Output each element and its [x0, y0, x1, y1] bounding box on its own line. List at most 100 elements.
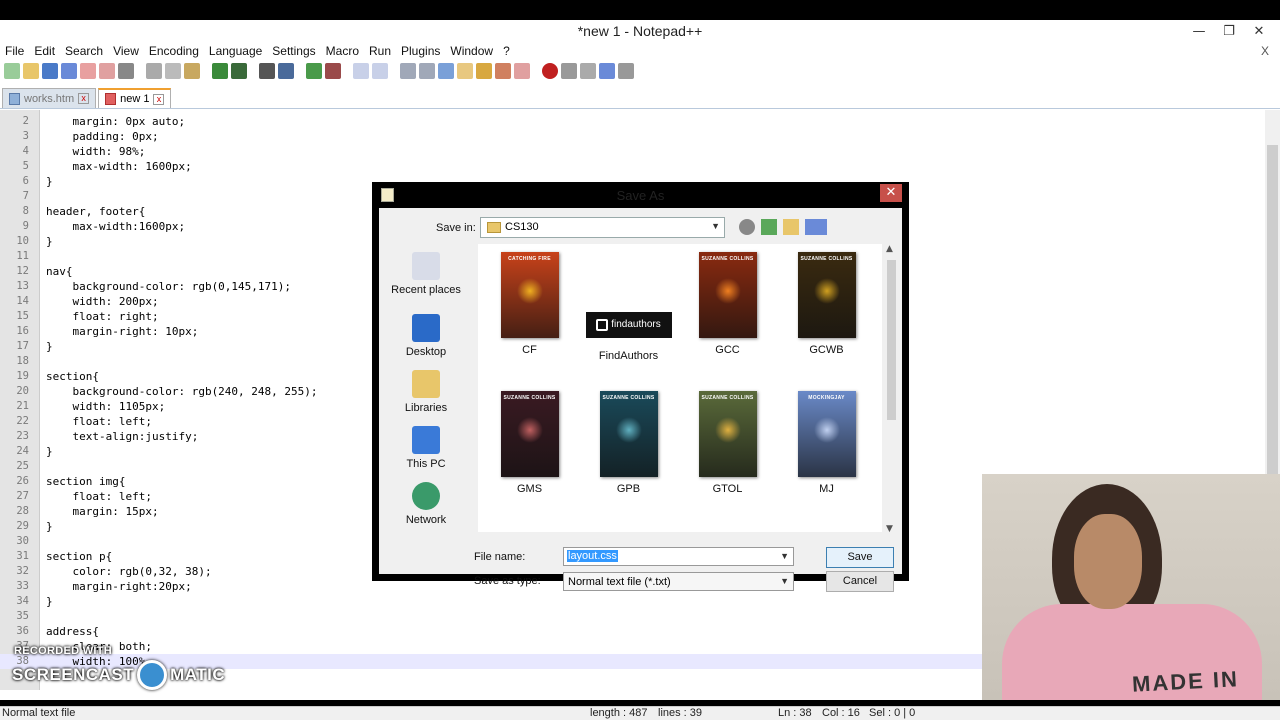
new-file-icon[interactable] — [4, 63, 20, 79]
zoom-in-icon[interactable] — [306, 63, 322, 79]
menu-edit[interactable]: Edit — [29, 44, 60, 58]
code-line[interactable]: 5 max-width: 1600px; — [0, 159, 1265, 174]
save-all-icon[interactable] — [61, 63, 77, 79]
line-code: } — [46, 595, 53, 608]
menu-window[interactable]: Window — [445, 44, 498, 58]
save-as-type-select[interactable]: Normal text file (*.txt) ▼ — [563, 572, 794, 591]
menu-macro[interactable]: Macro — [321, 44, 364, 58]
tab-works-htm[interactable]: works.htm x — [2, 88, 97, 108]
save-in-dropdown[interactable]: CS130 ▼ — [480, 217, 725, 238]
save-macro-icon[interactable] — [618, 63, 634, 79]
find-icon[interactable] — [259, 63, 275, 79]
place-network[interactable]: Network — [382, 482, 470, 526]
dialog-close-button[interactable]: ✕ — [880, 184, 902, 202]
language-icon[interactable] — [457, 63, 473, 79]
paste-icon[interactable] — [184, 63, 200, 79]
line-number: 11 — [16, 250, 29, 262]
code-line[interactable]: 4 width: 98%; — [0, 144, 1265, 159]
sync-vertical-icon[interactable] — [353, 63, 369, 79]
menu-encoding[interactable]: Encoding — [144, 44, 204, 58]
status-file-type: Normal text file — [2, 707, 76, 719]
line-number: 21 — [16, 400, 29, 412]
file-item-gms[interactable]: SUZANNE COLLINS GMS — [482, 391, 577, 495]
scroll-up-icon[interactable]: ▲ — [886, 244, 893, 254]
up-folder-icon[interactable] — [761, 219, 777, 235]
open-file-icon[interactable] — [23, 63, 39, 79]
line-code: width: 200px; — [46, 295, 159, 308]
cancel-button[interactable]: Cancel — [826, 571, 894, 592]
title-bar: *new 1 - Notepad++ — ❐ ✕ — [0, 20, 1280, 42]
close-tab-icon[interactable]: x — [78, 93, 90, 104]
menu-settings[interactable]: Settings — [267, 44, 320, 58]
close-button[interactable]: ✕ — [1244, 20, 1274, 42]
menu-file[interactable]: File — [0, 44, 29, 58]
undo-icon[interactable] — [212, 63, 228, 79]
save-button[interactable]: Save — [826, 547, 894, 568]
line-code: margin-right: 10px; — [46, 325, 199, 338]
document-map-icon[interactable] — [514, 63, 530, 79]
place-desktop[interactable]: Desktop — [382, 314, 470, 358]
menu-run[interactable]: Run — [364, 44, 396, 58]
line-code: margin-right:20px; — [46, 580, 192, 593]
file-name: CF — [522, 344, 537, 356]
menu-plugins[interactable]: Plugins — [396, 44, 445, 58]
close-all-icon[interactable] — [99, 63, 115, 79]
file-name-input[interactable]: layout.css ▼ — [563, 547, 794, 566]
print-icon[interactable] — [118, 63, 134, 79]
tab-new-1[interactable]: new 1 x — [98, 88, 172, 108]
menu-view[interactable]: View — [108, 44, 144, 58]
word-wrap-icon[interactable] — [400, 63, 416, 79]
stop-macro-icon[interactable] — [561, 63, 577, 79]
file-list-scrollbar[interactable]: ▲ ▼ — [884, 244, 899, 534]
replace-icon[interactable] — [278, 63, 294, 79]
menu-bar: File Edit Search View Encoding Language … — [0, 42, 1280, 60]
minimize-button[interactable]: — — [1184, 20, 1214, 42]
view-menu-icon[interactable] — [805, 219, 827, 235]
back-icon[interactable] — [739, 219, 755, 235]
close-tab-icon[interactable]: x — [153, 93, 165, 105]
file-item-mj[interactable]: MOCKINGJAY MJ — [779, 391, 874, 495]
file-item-gcwb[interactable]: SUZANNE COLLINS GCWB — [779, 252, 874, 356]
close-document-icon[interactable]: X — [1256, 44, 1274, 58]
chevron-down-icon[interactable]: ▼ — [780, 551, 789, 561]
run-macro-multiple-icon[interactable] — [599, 63, 615, 79]
zoom-out-icon[interactable] — [325, 63, 341, 79]
restore-button[interactable]: ❐ — [1214, 20, 1244, 42]
folder-as-workspace-icon[interactable] — [495, 63, 511, 79]
sync-horizontal-icon[interactable] — [372, 63, 388, 79]
file-item-gcc[interactable]: SUZANNE COLLINS GCC — [680, 252, 775, 356]
redo-icon[interactable] — [231, 63, 247, 79]
file-item-findauthors[interactable]: findauthors FindAuthors — [581, 252, 676, 362]
save-as-type-label: Save as type: — [474, 575, 541, 587]
menu-search[interactable]: Search — [60, 44, 108, 58]
file-item-gtol[interactable]: SUZANNE COLLINS GTOL — [680, 391, 775, 495]
menu-help[interactable]: ? — [498, 44, 515, 58]
record-macro-icon[interactable] — [542, 63, 558, 79]
file-name: FindAuthors — [598, 350, 659, 362]
indent-guide-icon[interactable] — [438, 63, 454, 79]
close-file-icon[interactable] — [80, 63, 96, 79]
copy-icon[interactable] — [165, 63, 181, 79]
place-libraries[interactable]: Libraries — [382, 370, 470, 414]
code-line[interactable]: 2 margin: 0px auto; — [0, 114, 1265, 129]
file-item-cf[interactable]: CATCHING FIRE CF — [482, 252, 577, 356]
play-macro-icon[interactable] — [580, 63, 596, 79]
shirt-print: MADE IN — [1131, 666, 1240, 697]
function-list-icon[interactable] — [476, 63, 492, 79]
screencast-logo-icon — [137, 660, 168, 690]
place-recent[interactable]: Recent places — [382, 252, 470, 296]
code-line[interactable]: 3 padding: 0px; — [0, 129, 1265, 144]
folder-icon — [487, 222, 501, 233]
save-icon[interactable] — [42, 63, 58, 79]
menu-language[interactable]: Language — [204, 44, 267, 58]
file-item-gpb[interactable]: SUZANNE COLLINS GPB — [581, 391, 676, 495]
line-number: 36 — [16, 625, 29, 637]
scroll-down-icon[interactable]: ▼ — [886, 524, 893, 534]
window-title: *new 1 - Notepad++ — [577, 23, 703, 39]
place-this-pc[interactable]: This PC — [382, 426, 470, 470]
cut-icon[interactable] — [146, 63, 162, 79]
new-folder-icon[interactable] — [783, 219, 799, 235]
line-number: 22 — [16, 415, 29, 427]
scrollbar-thumb[interactable] — [887, 260, 896, 420]
show-all-characters-icon[interactable] — [419, 63, 435, 79]
